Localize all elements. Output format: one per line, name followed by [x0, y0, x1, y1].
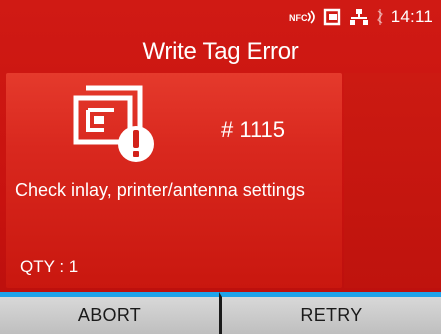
- sd-card-icon: [323, 8, 341, 26]
- svg-text:NFC: NFC: [289, 13, 308, 23]
- rfid-tag-error-icon: [64, 84, 160, 169]
- retry-button[interactable]: RETRY: [219, 292, 441, 334]
- status-icons: NFC 14:11: [289, 6, 433, 28]
- side-panel: [344, 73, 441, 288]
- status-bar: NFC 14:11: [0, 0, 441, 34]
- error-screen: NFC 14:11 Write Tag Error # 1115 Check i…: [0, 0, 441, 334]
- abort-button[interactable]: ABORT: [0, 292, 219, 334]
- screen-title: Write Tag Error: [142, 38, 299, 65]
- error-message: Check inlay, printer/antenna settings: [15, 180, 305, 200]
- network-icon: [349, 8, 369, 26]
- quantity: QTY : 1: [20, 257, 79, 276]
- nfc-icon: NFC: [289, 10, 315, 24]
- bluetooth-icon: [376, 8, 383, 26]
- clock: 14:11: [390, 7, 433, 26]
- error-code: # 1115: [221, 117, 286, 142]
- button-bar: ABORT RETRY: [0, 292, 441, 334]
